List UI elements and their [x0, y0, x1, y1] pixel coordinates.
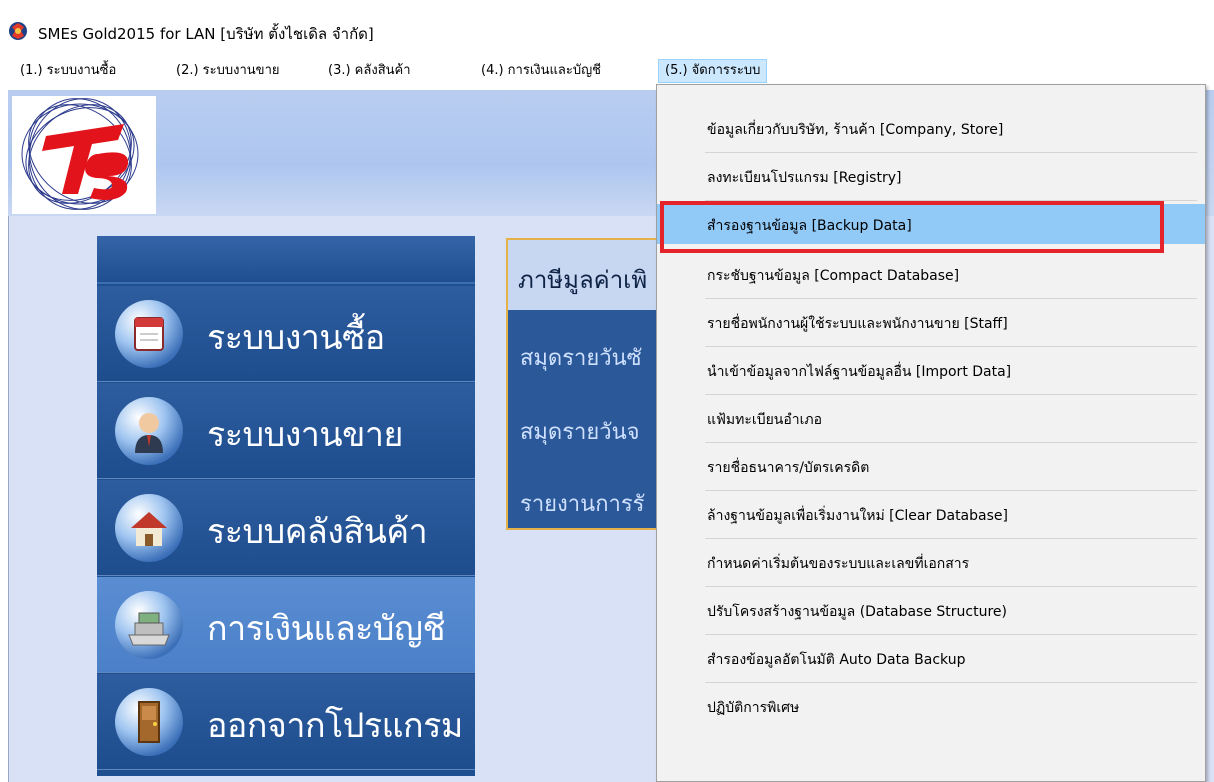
- title-bar: SMEs Gold2015 for LAN [บริษัท ตั้งไชเดิล…: [0, 0, 1214, 54]
- menu-item-label: กำหนดค่าเริ่มต้นของระบบและเลขที่เอกสาร: [707, 556, 970, 572]
- menu-item-auto-data-backup[interactable]: สำรองข้อมูลอัตโนมัติ Auto Data Backup: [657, 635, 1205, 683]
- window-title: SMEs Gold2015 for LAN [บริษัท ตั้งไชเดิล…: [38, 25, 374, 43]
- menu-item-label: รายชื่อธนาคาร/บัตรเครดิต: [707, 460, 870, 476]
- menu-item-compact-database[interactable]: กระชับฐานข้อมูล [Compact Database]: [657, 251, 1205, 299]
- app-logo-icon: [9, 22, 27, 40]
- menu-item-label: รายชื่อพนักงานผู้ใช้ระบบและพนักงานขาย [S…: [707, 316, 1008, 332]
- menu-item-label: ข้อมูลเกี่ยวกับบริษัท, ร้านค้า [Company,…: [707, 122, 1004, 138]
- nav-label-exit: ออกจากโปรแกรม: [207, 707, 463, 745]
- sub-menu-heading-label: ภาษีมูลค่าเพิ: [518, 266, 648, 294]
- menu-item-label: นำเข้าข้อมูลจากไฟล์ฐานข้อมูลอื่น [Import…: [707, 364, 1012, 380]
- menu-item-label: ปฏิบัติการพิเศษ: [707, 700, 800, 716]
- menu-item-registry[interactable]: ลงทะเบียนโปรแกรม [Registry]: [657, 153, 1205, 201]
- salesperson-icon: [115, 397, 183, 465]
- menu-item-bank-credit-card[interactable]: รายชื่อธนาคาร/บัตรเครดิต: [657, 443, 1205, 491]
- calendar-icon: [115, 300, 183, 368]
- nav-exit-program[interactable]: ออกจากโปรแกรม: [97, 674, 475, 770]
- nav-purchase-system[interactable]: ระบบงานซื้อ: [97, 286, 475, 382]
- menu-item-company-store[interactable]: ข้อมูลเกี่ยวกับบริษัท, ร้านค้า [Company,…: [657, 105, 1205, 153]
- menu-item-default-settings[interactable]: กำหนดค่าเริ่มต้นของระบบและเลขที่เอกสาร: [657, 539, 1205, 587]
- menu-item-clear-database[interactable]: ล้างฐานข้อมูลเพื่อเริ่มงานใหม่ [Clear Da…: [657, 491, 1205, 539]
- menu-item-import-data[interactable]: นำเข้าข้อมูลจากไฟล์ฐานข้อมูลอื่น [Import…: [657, 347, 1205, 395]
- nav-label-inventory: ระบบคลังสินค้า: [207, 513, 428, 551]
- nav-label-purchase: ระบบงานซื้อ: [207, 319, 385, 357]
- menu-item-label: กระชับฐานข้อมูล [Compact Database]: [707, 268, 960, 284]
- menu-item-database-structure[interactable]: ปรับโครงสร้างฐานข้อมูล (Database Structu…: [657, 587, 1205, 635]
- nav-inventory-system[interactable]: ระบบคลังสินค้า: [97, 480, 475, 576]
- cash-register-icon: [115, 591, 183, 659]
- menu-sales[interactable]: (2.) ระบบงานขาย: [170, 59, 286, 83]
- menu-system-management[interactable]: (5.) จัดการระบบ: [658, 59, 768, 83]
- menu-inventory[interactable]: (3.) คลังสินค้า: [322, 59, 417, 83]
- menu-finance-accounting[interactable]: (4.) การเงินและบัญชี: [475, 59, 607, 83]
- menu-item-label: แฟ้มทะเบียนอำเภอ: [707, 412, 823, 428]
- sub-menu-panel: ภาษีมูลค่าเพิ สมุดรายวันซั สมุดรายวันจ ร…: [506, 238, 658, 530]
- nav-sales-system[interactable]: ระบบงานขาย: [97, 383, 475, 479]
- ts-logo-icon: [21, 98, 139, 210]
- menu-item-district-registry[interactable]: แฟ้มทะเบียนอำเภอ: [657, 395, 1205, 443]
- sub-menu-item[interactable]: สมุดรายวันซั: [520, 340, 642, 375]
- menu-item-special-operations[interactable]: ปฏิบัติการพิเศษ: [657, 683, 1205, 731]
- menu-item-label: ลงทะเบียนโปรแกรม [Registry]: [707, 170, 902, 186]
- highlight-annotation: [660, 201, 1164, 253]
- house-icon: [115, 494, 183, 562]
- menu-item-staff[interactable]: รายชื่อพนักงานผู้ใช้ระบบและพนักงานขาย [S…: [657, 299, 1205, 347]
- menu-purchase[interactable]: (1.) ระบบงานซื้อ: [14, 59, 122, 83]
- sub-menu-item[interactable]: สมุดรายวันจ: [520, 414, 640, 449]
- app-window: SMEs Gold2015 for LAN [บริษัท ตั้งไชเดิล…: [0, 0, 1214, 782]
- menu-bar: (1.) ระบบงานซื้อ (2.) ระบบงานขาย (3.) คล…: [0, 56, 1214, 86]
- sub-menu-item[interactable]: รายงานการรั: [520, 486, 645, 521]
- nav-header: [97, 236, 475, 284]
- nav-label-sales: ระบบงานขาย: [207, 416, 403, 454]
- menu-item-label: ล้างฐานข้อมูลเพื่อเริ่มงานใหม่ [Clear Da…: [707, 508, 1008, 524]
- nav-label-finance: การเงินและบัญชี: [207, 610, 446, 648]
- nav-finance-accounting[interactable]: การเงินและบัญชี: [97, 577, 475, 673]
- menu-item-label: ปรับโครงสร้างฐานข้อมูล (Database Structu…: [707, 604, 1007, 620]
- door-icon: [115, 688, 183, 756]
- company-logo: [12, 96, 156, 214]
- menu-item-label: สำรองข้อมูลอัตโนมัติ Auto Data Backup: [707, 652, 966, 668]
- sub-menu-heading[interactable]: ภาษีมูลค่าเพิ: [508, 240, 658, 310]
- system-management-dropdown: ข้อมูลเกี่ยวกับบริษัท, ร้านค้า [Company,…: [656, 84, 1206, 782]
